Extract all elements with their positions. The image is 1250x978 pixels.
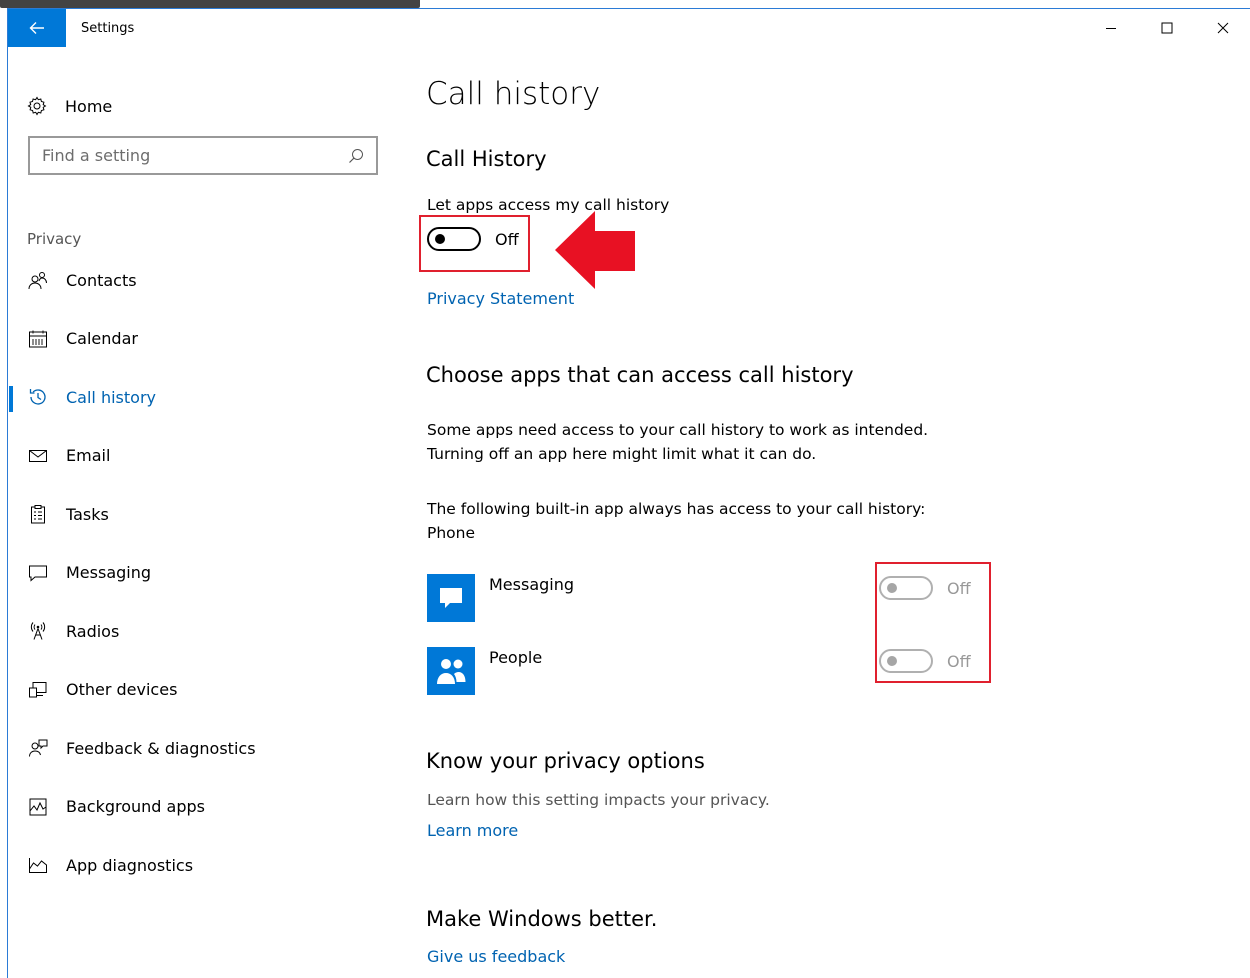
sidebar-item-label: Messaging (66, 563, 152, 583)
learn-more-link[interactable]: Learn more (427, 821, 518, 840)
history-icon (27, 386, 49, 408)
sidebar-item-label: App diagnostics (66, 855, 194, 875)
other-devices-icon (27, 679, 49, 701)
search-input[interactable] (42, 146, 348, 165)
sidebar-item-label: Calendar (66, 329, 138, 349)
gear-icon (27, 96, 47, 116)
radios-icon (27, 620, 49, 642)
annotation-highlight-box (875, 562, 991, 683)
app-title: Settings (81, 20, 135, 36)
search-box[interactable] (28, 136, 378, 175)
maximize-icon (1161, 22, 1173, 34)
sidebar-item-email[interactable]: Email (8, 427, 400, 486)
sidebar-item-label: Contacts (66, 270, 137, 290)
section-label: Privacy (27, 230, 82, 248)
give-feedback-link[interactable]: Give us feedback (427, 947, 565, 966)
messaging-app-icon (427, 574, 475, 622)
sidebar-home[interactable]: Home (27, 91, 112, 121)
sidebar-item-call-history[interactable]: Call history (8, 368, 400, 427)
sidebar-item-messaging[interactable]: Messaging (8, 544, 400, 603)
background-strip (0, 0, 1250, 8)
maximize-button[interactable] (1139, 9, 1195, 47)
sidebar-item-calendar[interactable]: Calendar (8, 310, 400, 369)
sidebar-item-background-apps[interactable]: Background apps (8, 778, 400, 837)
builtin-app-line2: Phone (427, 524, 476, 542)
settings-window: Settings Home Find a setting Privacy Con… (7, 8, 1250, 978)
search-icon[interactable] (348, 148, 364, 164)
sidebar-item-label: Other devices (66, 680, 178, 700)
app-name: Messaging (489, 575, 575, 594)
email-icon (27, 445, 49, 467)
section-heading-choose-apps: Choose apps that can access call history (426, 363, 854, 387)
calendar-icon (27, 328, 49, 350)
people-app-icon (427, 647, 475, 695)
messaging-icon (27, 562, 49, 584)
app-diagnostics-icon (27, 854, 49, 876)
nav-list: Contacts Calendar Call history Email Tas… (8, 251, 400, 895)
minimize-icon (1106, 28, 1116, 29)
sidebar-item-tasks[interactable]: Tasks (8, 485, 400, 544)
sidebar-item-label: Email (66, 446, 111, 466)
privacy-options-desc: Learn how this setting impacts your priv… (427, 791, 770, 809)
window-controls (1083, 9, 1250, 47)
sidebar-item-label: Call history (66, 387, 156, 407)
section-heading-make-windows-better: Make Windows better. (426, 907, 658, 931)
annotation-highlight-box (419, 215, 530, 272)
section-heading-call-history: Call History (426, 147, 547, 171)
app-name: People (489, 648, 543, 667)
app-row-messaging: Messaging (427, 574, 574, 622)
contacts-icon (27, 269, 49, 291)
choose-apps-desc-line1: Some apps need access to your call histo… (427, 421, 929, 439)
sidebar-item-radios[interactable]: Radios (8, 602, 400, 661)
sidebar-item-feedback-diagnostics[interactable]: Feedback & diagnostics (8, 719, 400, 778)
background-window-edge (0, 0, 420, 8)
feedback-icon (27, 737, 49, 759)
sidebar-item-label: Feedback & diagnostics (66, 738, 256, 758)
home-label: Home (65, 96, 113, 116)
minimize-button[interactable] (1083, 9, 1139, 47)
sidebar-item-label: Radios (66, 621, 120, 641)
title-bar: Settings (8, 9, 1250, 47)
sidebar-item-other-devices[interactable]: Other devices (8, 661, 400, 720)
choose-apps-desc-line2: Turning off an app here might limit what… (427, 445, 817, 463)
sidebar: Home Privacy Contacts Calendar (8, 47, 400, 977)
privacy-statement-link[interactable]: Privacy Statement (427, 289, 574, 308)
annotation-arrow-icon (555, 211, 635, 289)
tasks-icon (27, 503, 49, 525)
sidebar-item-label: Background apps (66, 797, 205, 817)
page-title: Call history (426, 76, 601, 112)
back-button[interactable] (8, 9, 66, 47)
sidebar-item-contacts[interactable]: Contacts (8, 251, 400, 310)
builtin-app-line1: The following built-in app always has ac… (427, 500, 926, 518)
app-row-people: People (427, 647, 542, 695)
sidebar-item-app-diagnostics[interactable]: App diagnostics (8, 836, 400, 895)
background-apps-icon (27, 796, 49, 818)
sidebar-item-label: Tasks (66, 504, 109, 524)
section-heading-privacy-options: Know your privacy options (426, 749, 705, 773)
close-icon (1217, 22, 1229, 34)
back-arrow-icon (29, 22, 44, 34)
close-button[interactable] (1195, 9, 1250, 47)
